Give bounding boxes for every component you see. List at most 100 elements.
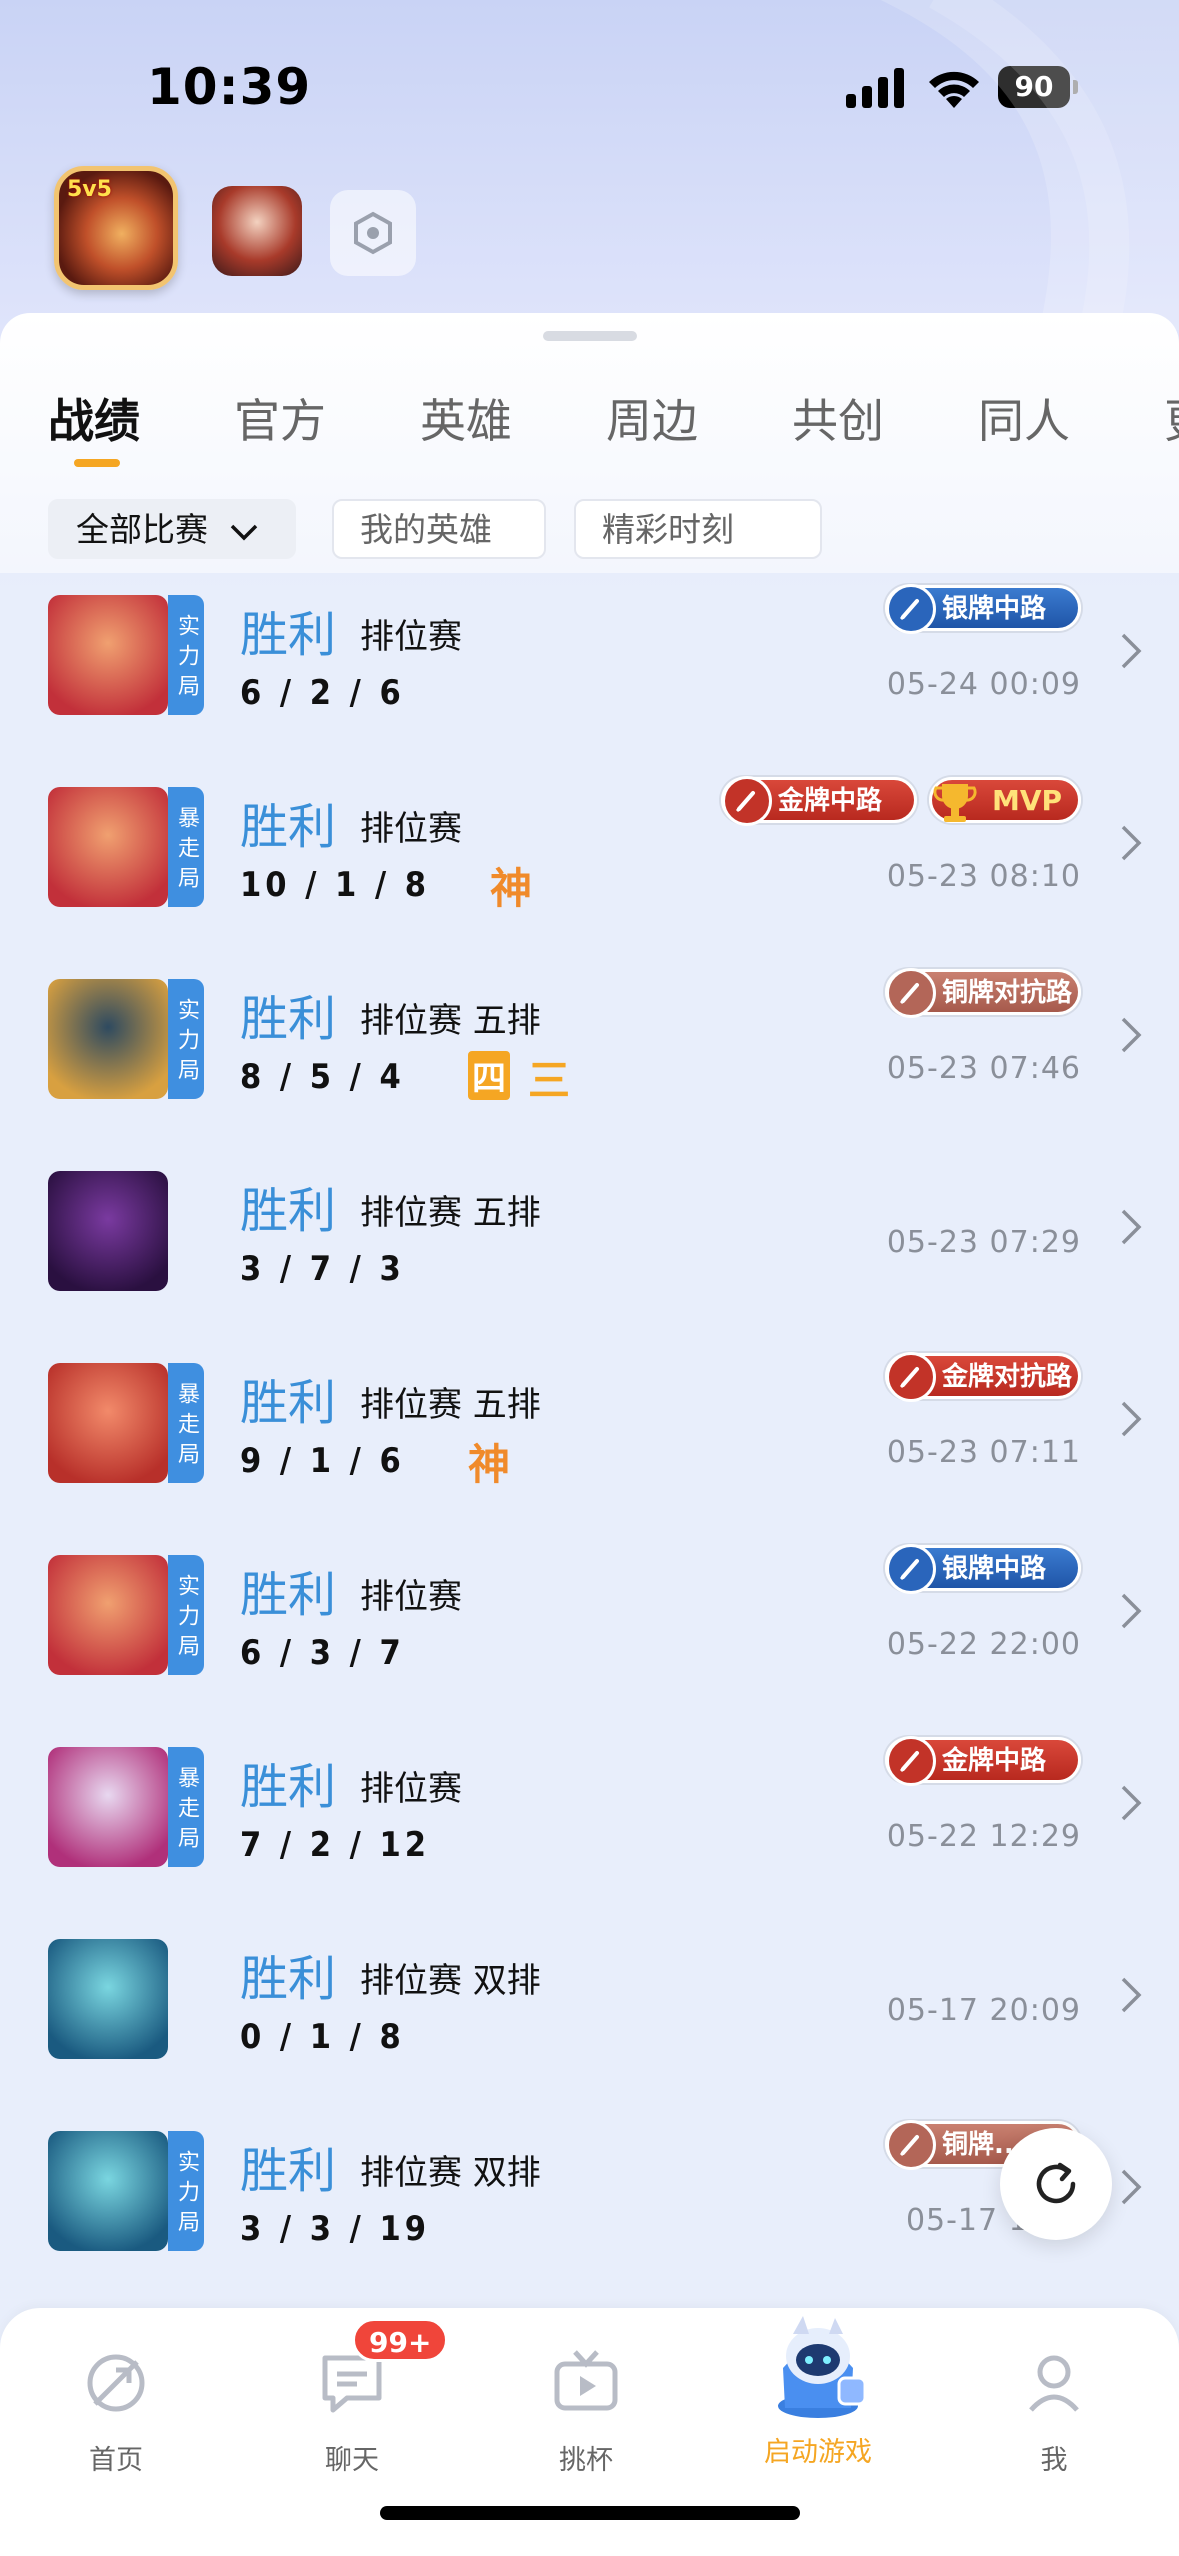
match-type: 排位赛 双排 [360, 1961, 541, 2001]
refresh-button[interactable] [1000, 2128, 1112, 2240]
match-row[interactable]: 胜利 排位赛 双排 0 / 1 / 8 05-17 20:09 [0, 1917, 1179, 2109]
trophy-icon [930, 776, 980, 826]
wifi-icon [929, 71, 979, 108]
kda: 3 / 3 / 19 [240, 2209, 431, 2249]
nav-launch-game[interactable]: 启动游戏 [748, 2308, 888, 2469]
badge-label: 金牌对抗路 [942, 1362, 1073, 1392]
mode-tag: 实力局 [168, 595, 204, 715]
lane-badges: 银牌中路 [873, 1544, 1081, 1597]
honor-badge: 神 [468, 1440, 511, 1489]
nav-me-label: 我 [1040, 2445, 1068, 2476]
chevron-right-icon [1121, 825, 1142, 861]
honor-badge: 三 [528, 1056, 571, 1105]
lane-badges: 铜牌对抗路 [873, 968, 1081, 1021]
refresh-icon [1036, 2162, 1076, 2204]
kda: 8 / 5 / 4 [240, 1057, 405, 1097]
tab-records[interactable]: 战绩 [48, 385, 140, 451]
match-row[interactable]: 胜利 排位赛 五排 3 / 7 / 3 05-23 07:29 [0, 1149, 1179, 1341]
badge-label: 金牌中路 [942, 1746, 1047, 1776]
battery-icon: 90 [998, 66, 1078, 108]
match-time: 05-23 07:11 [886, 1435, 1081, 1470]
tab-co-create[interactable]: 共创 [792, 385, 884, 451]
status-bar: 10:39 90 [0, 0, 1179, 170]
chevron-right-icon [1121, 1977, 1142, 2013]
match-type: 排位赛 五排 [360, 1385, 541, 1425]
hero-avatar [48, 979, 168, 1099]
match-time: 05-22 22:00 [886, 1627, 1081, 1662]
tab-merch[interactable]: 周边 [606, 385, 698, 451]
filter-all-matches-label: 全部比赛 [76, 510, 208, 549]
match-type: 排位赛 五排 [360, 1001, 541, 1041]
nav-me[interactable]: 我 [984, 2348, 1124, 2477]
lane-badge: 金牌中路 [721, 776, 917, 826]
hero-avatar [48, 1747, 168, 1867]
match-row[interactable]: 暴走局 胜利 排位赛 五排 9 / 1 / 6 神 金牌对抗路 05-23 07:11 [0, 1341, 1179, 1533]
match-result: 胜利 [240, 799, 337, 855]
match-list: 实力局 胜利 排位赛 6 / 2 / 6 银牌中路 05-24 00:09 暴走局 胜利 排位赛… [0, 573, 1179, 2293]
hero-avatar [48, 1939, 168, 2059]
match-row[interactable]: 暴走局 胜利 排位赛 10 / 1 / 8 神 金牌中路 MVP 05-23 08:10 [0, 765, 1179, 957]
lane-badges: 银牌中路 [873, 584, 1081, 637]
mvp-badge: MVP [929, 777, 1081, 823]
sword-icon [722, 776, 772, 826]
match-time: 05-23 07:46 [886, 1051, 1081, 1086]
match-type: 排位赛 [360, 1769, 462, 1809]
chevron-down-icon [230, 524, 257, 540]
match-row[interactable]: 实力局 胜利 排位赛 6 / 3 / 7 银牌中路 05-22 22:00 [0, 1533, 1179, 1725]
nav-launch-game-label: 启动游戏 [764, 2437, 872, 2468]
kda: 6 / 2 / 6 [240, 673, 405, 713]
chevron-right-icon [1121, 1209, 1142, 1245]
hero-avatar [48, 1171, 168, 1291]
match-result: 胜利 [240, 1951, 337, 2007]
match-result: 胜利 [240, 607, 337, 663]
match-row[interactable]: 实力局 胜利 排位赛 五排 8 / 5 / 4 四三 铜牌对抗路 05-23 07:46 [0, 957, 1179, 1149]
mode-tag: 暴走局 [168, 1747, 204, 1867]
sword-icon [886, 1352, 936, 1402]
match-row[interactable]: 实力局 胜利 排位赛 6 / 2 / 6 银牌中路 05-24 00:09 [0, 573, 1179, 765]
mode-tag: 实力局 [168, 2131, 204, 2251]
hero-avatar [48, 1363, 168, 1483]
match-type: 排位赛 [360, 1577, 462, 1617]
game-icon-secondary[interactable] [212, 186, 302, 276]
tab-heroes[interactable]: 英雄 [420, 385, 512, 451]
chevron-right-icon [1121, 2169, 1142, 2205]
settings-hex-icon[interactable] [330, 190, 416, 276]
lane-badge: 金牌对抗路 [885, 1352, 1081, 1402]
filter-all-matches[interactable]: 全部比赛 [48, 499, 296, 559]
nav-chat[interactable]: 聊天 [282, 2348, 422, 2477]
game-icon-honor-of-kings[interactable]: 5v5 [54, 166, 178, 290]
nav-home[interactable]: 首页 [46, 2348, 186, 2477]
tab-fan-works[interactable]: 同人 [978, 385, 1070, 451]
nav-tiaobei[interactable]: 挑杯 [516, 2348, 656, 2477]
chevron-right-icon [1121, 633, 1142, 669]
match-type: 排位赛 五排 [360, 1193, 541, 1233]
tab-indicator [74, 459, 120, 467]
filter-highlights[interactable]: 精彩时刻 [574, 499, 822, 559]
badge-label: 铜牌对抗路 [942, 978, 1073, 1008]
tab-official[interactable]: 官方 [234, 385, 326, 451]
lane-badge: 铜牌对抗路 [885, 968, 1081, 1018]
hero-avatar [48, 2131, 168, 2251]
sword-icon [886, 968, 936, 1018]
sheet-handle[interactable] [543, 331, 637, 341]
hero-avatar [48, 787, 168, 907]
sword-icon [886, 2120, 936, 2170]
match-row[interactable]: 暴走局 胜利 排位赛 7 / 2 / 12 金牌中路 05-22 12:29 [0, 1725, 1179, 1917]
chevron-right-icon [1121, 1785, 1142, 1821]
match-time: 05-23 08:10 [886, 859, 1081, 894]
filter-my-heroes[interactable]: 我的英雄 [332, 499, 546, 559]
hero-avatar [48, 1555, 168, 1675]
kda: 0 / 1 / 8 [240, 2017, 405, 2057]
match-time: 05-24 00:09 [886, 667, 1081, 702]
badge-label: 金牌中路 [778, 786, 883, 816]
mode-tag: 暴走局 [168, 1363, 204, 1483]
lane-badges: 金牌中路 MVP [709, 776, 1081, 829]
home-indicator [380, 2506, 800, 2520]
kda: 6 / 3 / 7 [240, 1633, 405, 1673]
cellular-signal-icon [846, 68, 904, 108]
match-time: 05-17 20:09 [886, 1993, 1081, 2028]
match-result: 胜利 [240, 1759, 337, 1815]
category-tabs: 战绩 官方 英雄 周边 共创 同人 更 [48, 385, 1179, 465]
mode-tag: 实力局 [168, 979, 204, 1099]
tab-more[interactable]: 更 [1164, 385, 1179, 451]
